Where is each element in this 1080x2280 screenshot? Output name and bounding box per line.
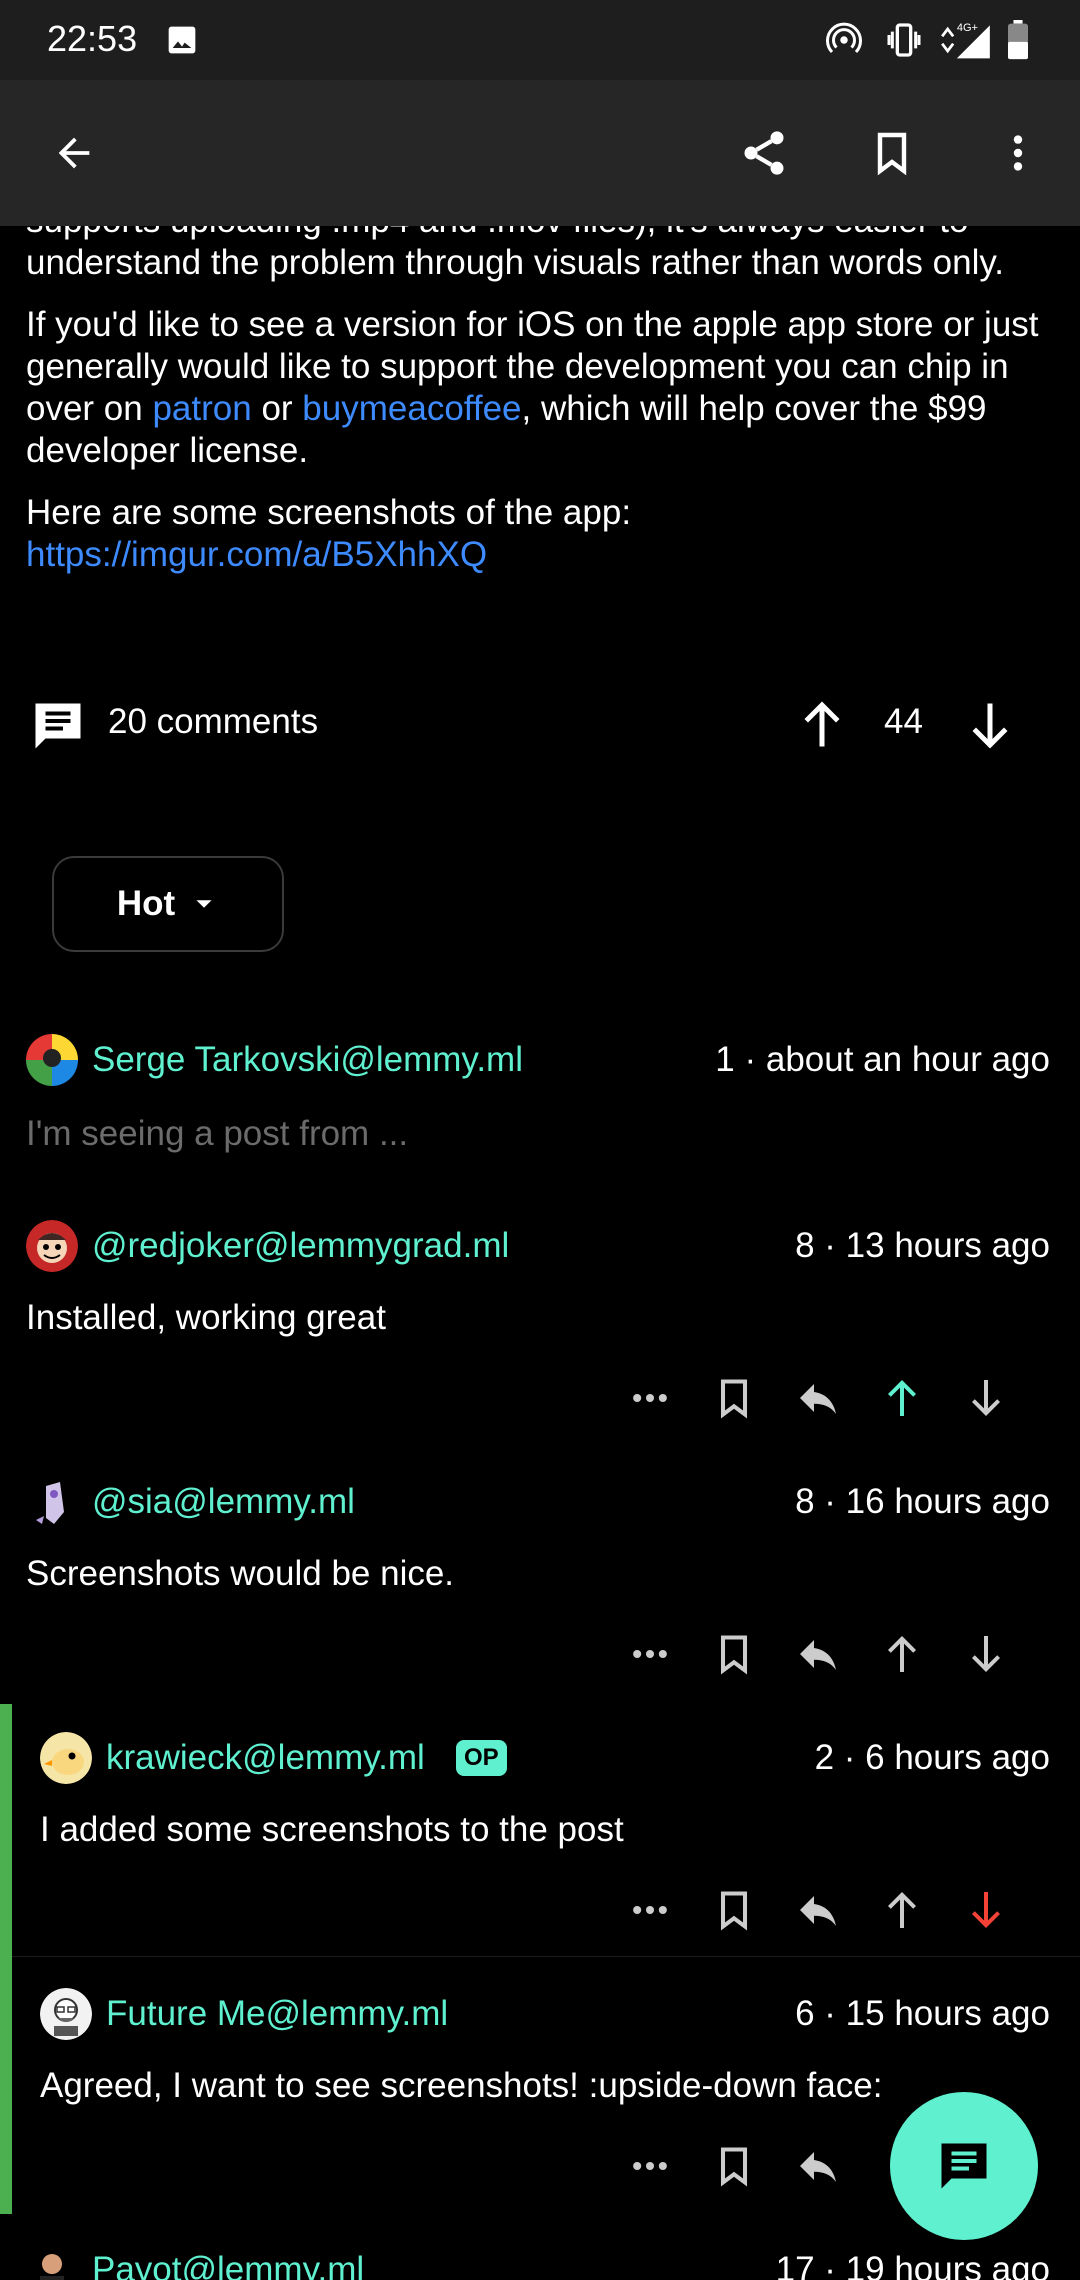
post-paragraph-3: Here are some screenshots of the app: ht… xyxy=(26,492,1056,576)
comment-text: I added some screenshots to the post xyxy=(40,1810,624,1849)
post-paragraph-1-text: understand the problem through visuals r… xyxy=(26,243,1004,282)
app-bar xyxy=(0,80,1080,226)
battery-icon xyxy=(1006,20,1030,65)
more-horiz-icon[interactable] xyxy=(620,2136,680,2196)
reply-icon[interactable] xyxy=(788,1624,848,1684)
reply-icon[interactable] xyxy=(788,1368,848,1428)
imgur-link[interactable]: https://imgur.com/a/B5XhhXQ xyxy=(26,535,487,574)
comments-icon[interactable] xyxy=(28,696,88,761)
bookmark-icon[interactable] xyxy=(704,1368,764,1428)
comment-author[interactable]: krawieck@lemmy.ml xyxy=(106,1738,425,1778)
comment-text: Agreed, I want to see screenshots! :upsi… xyxy=(40,2066,883,2105)
thread-indent-bar xyxy=(0,1704,12,2214)
comment-meta: 17 · 19 hours ago xyxy=(775,2250,1050,2280)
post-downvote-icon[interactable] xyxy=(960,696,1020,761)
comment-icon xyxy=(941,2143,987,2189)
comments-count[interactable]: 20 comments xyxy=(108,702,318,742)
avatar[interactable] xyxy=(40,1988,92,2040)
comment-author[interactable]: Payot@lemmy.ml xyxy=(92,2250,364,2280)
dropdown-caret-icon xyxy=(196,900,212,908)
divider xyxy=(12,1956,1080,1957)
avatar[interactable] xyxy=(40,1732,92,1784)
vibrate-icon xyxy=(884,20,924,65)
avatar[interactable] xyxy=(26,1476,78,1528)
upvote-icon[interactable] xyxy=(872,1368,932,1428)
more-horiz-icon[interactable] xyxy=(620,1880,680,1940)
comment-meta: 8 · 13 hours ago xyxy=(795,1226,1050,1265)
avatar[interactable] xyxy=(26,1034,78,1086)
post-actions-bar: 20 comments 44 xyxy=(0,690,1080,760)
comment-author[interactable]: Future Me@lemmy.ml xyxy=(106,1994,448,2034)
downvote-icon[interactable] xyxy=(956,1368,1016,1428)
comment-text: Installed, working great xyxy=(26,1298,386,1337)
more-horiz-icon[interactable] xyxy=(620,1368,680,1428)
upvote-icon[interactable] xyxy=(872,1624,932,1684)
status-bar: 22:53 4G+ xyxy=(0,0,1080,80)
gallery-notification-icon xyxy=(166,24,198,61)
signal-icon: 4G+ xyxy=(938,18,994,67)
reply-icon[interactable] xyxy=(788,1880,848,1940)
comment-meta: 6 · 15 hours ago xyxy=(795,1994,1050,2033)
post-paragraph-2-b: or xyxy=(251,389,303,428)
back-arrow-icon[interactable] xyxy=(44,123,104,183)
reply-icon[interactable] xyxy=(788,2136,848,2196)
hotspot-icon xyxy=(826,22,862,63)
more-horiz-icon[interactable] xyxy=(620,1624,680,1684)
avatar[interactable] xyxy=(26,1220,78,1272)
comment-author[interactable]: Serge Tarkovski@lemmy.ml xyxy=(92,1040,523,1080)
new-comment-fab[interactable] xyxy=(890,2092,1038,2240)
comment-author[interactable]: @sia@lemmy.ml xyxy=(92,1482,355,1522)
bookmark-icon[interactable] xyxy=(704,1624,764,1684)
comment-actions xyxy=(620,1624,1080,1684)
patron-link[interactable]: patron xyxy=(152,389,251,428)
comment-actions xyxy=(620,1368,1080,1428)
avatar[interactable] xyxy=(26,2244,78,2280)
comment-preview[interactable]: I'm seeing a post from ... xyxy=(26,1114,408,1154)
svg-text:4G+: 4G+ xyxy=(957,22,978,34)
status-time: 22:53 xyxy=(47,18,138,59)
buymeacoffee-link[interactable]: buymeacoffee xyxy=(302,389,521,428)
sort-label: Hot xyxy=(116,884,176,923)
bookmark-icon[interactable] xyxy=(862,123,922,183)
comment-text: Screenshots would be nice. xyxy=(26,1554,455,1593)
comment-author[interactable]: @redjoker@lemmygrad.ml xyxy=(92,1226,509,1266)
comment-meta: 8 · 16 hours ago xyxy=(795,1482,1050,1521)
comment-actions xyxy=(620,1880,1080,1940)
post-score: 44 xyxy=(884,702,923,741)
post-upvote-icon[interactable] xyxy=(792,694,852,759)
comment-meta: 2 · 6 hours ago xyxy=(814,1738,1050,1777)
bookmark-icon[interactable] xyxy=(704,2136,764,2196)
downvote-icon[interactable] xyxy=(956,1880,1016,1940)
downvote-icon[interactable] xyxy=(956,1624,1016,1684)
upvote-icon[interactable] xyxy=(872,1880,932,1940)
comment-meta: 1 · about an hour ago xyxy=(715,1040,1050,1079)
post-body: supports uploading .mp4 and .mov files),… xyxy=(26,200,1056,596)
post-paragraph-2: If you'd like to see a version for iOS o… xyxy=(26,304,1056,472)
bookmark-icon[interactable] xyxy=(704,1880,764,1940)
more-vert-icon[interactable] xyxy=(988,123,1048,183)
share-icon[interactable] xyxy=(734,123,794,183)
op-badge: OP xyxy=(456,1740,507,1776)
post-paragraph-3-text: Here are some screenshots of the app: xyxy=(26,493,632,532)
sort-dropdown[interactable]: Hot xyxy=(52,856,284,952)
